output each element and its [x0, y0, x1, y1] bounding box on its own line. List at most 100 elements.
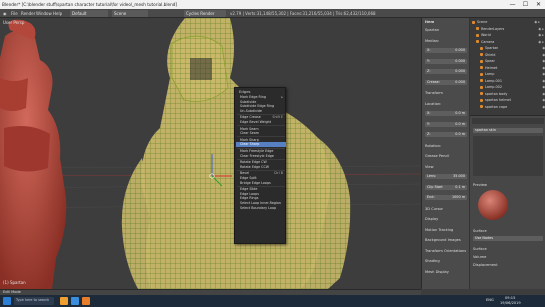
menu-item[interactable]: Clear Sharp	[236, 142, 286, 147]
file-explorer-icon[interactable]	[60, 297, 68, 305]
menu-item[interactable]: Clear Seam	[236, 131, 286, 136]
property-section-label[interactable]: Display	[425, 216, 438, 222]
material-tab-displacement[interactable]: Displacement	[473, 262, 498, 268]
property-field[interactable]: Y: 0.000	[425, 58, 467, 64]
layout-selector[interactable]: Default	[70, 10, 108, 17]
property-section-label[interactable]: Shading	[425, 258, 440, 264]
menu-item-label: Mark Sharp	[240, 137, 259, 142]
property-section-label[interactable]: Mesh Display	[425, 269, 449, 275]
property-field[interactable]: Clip Start 0.1 m	[425, 184, 467, 190]
property-section-label[interactable]: Spartan	[425, 27, 439, 33]
visibility-icon[interactable]: ◉ ▸	[534, 20, 540, 25]
visibility-icon[interactable]: ◉ ▸	[538, 27, 544, 32]
property-section-label[interactable]: Grease Pencil	[425, 153, 449, 159]
properties-region: Item Spartan Median: X: 0.000 Y: 0.000 Z: 0.000…	[422, 18, 470, 289]
property-label: Y:	[427, 121, 430, 126]
outliner-item-label: Camera	[481, 39, 495, 44]
object-icon	[476, 27, 479, 30]
outliner-item[interactable]: Lamp.001◉ ▸	[480, 79, 545, 84]
property-section-label[interactable]: Transform	[425, 90, 443, 96]
scene-selector[interactable]: Scene	[112, 10, 148, 17]
menu-item[interactable]: Rotate Edge CCW	[236, 165, 286, 170]
menu-item-label: Subdivide	[240, 99, 257, 104]
visibility-icon[interactable]: ◉ ▸	[538, 40, 544, 45]
property-section-label[interactable]: 3D Cursor	[425, 206, 443, 212]
property-section-label[interactable]: Rotation:	[425, 143, 441, 149]
start-icon[interactable]	[3, 297, 11, 305]
menu-item[interactable]: Bridge Edge Loops	[236, 181, 286, 186]
property-field[interactable]: Z: 0.000	[425, 69, 467, 74]
browser-icon[interactable]	[71, 297, 79, 305]
property-section-label[interactable]: Location:	[425, 101, 441, 107]
outliner-item[interactable]: Lamp◉ ▸	[480, 72, 545, 77]
object-icon	[480, 79, 483, 82]
property-section-label[interactable]: Background Images	[425, 237, 461, 243]
property-field[interactable]: Lens: 35.000	[425, 174, 467, 179]
property-field[interactable]: X: 0.0 m	[425, 111, 467, 116]
property-field[interactable]: Crease: 0.000	[425, 79, 467, 85]
menu-item[interactable]: Edge Bevel Weight	[236, 120, 286, 125]
menu-help[interactable]: Help	[53, 10, 62, 17]
outliner-item[interactable]: spartan helmet◉ ▸	[480, 98, 545, 103]
visibility-icon[interactable]: ◉ ▸	[538, 33, 544, 38]
outliner-item[interactable]: Shield◉ ▸	[480, 53, 545, 58]
object-icon	[480, 85, 483, 89]
menu-file[interactable]: File	[11, 10, 18, 17]
menu-item[interactable]: Clear Freestyle Edge	[236, 154, 286, 159]
menu-item[interactable]: Un-Subdivide	[236, 109, 286, 114]
properties-tabs-bar[interactable]	[472, 118, 544, 124]
property-label: Motion Tracking	[425, 227, 454, 232]
close-button[interactable]: ✕	[532, 0, 545, 9]
outliner-item[interactable]: Helmet◉ ▸	[480, 66, 545, 71]
outliner-item[interactable]: RenderLayers ◉ ▸	[476, 27, 545, 32]
property-label: Transform	[425, 91, 443, 95]
maximize-button[interactable]: ☐	[519, 0, 532, 9]
property-field[interactable]: X: 0.000	[425, 48, 467, 53]
property-label: Z:	[427, 69, 431, 73]
3d-viewport[interactable]: User Persp (1) Spartan	[0, 18, 421, 289]
right-panels: Item Spartan Median: X: 0.000 Y: 0.000 Z: 0.000…	[421, 18, 545, 289]
material-slot-field[interactable]: spartan skin	[473, 128, 543, 133]
render-engine-selector[interactable]: Cycles Render	[184, 10, 226, 17]
property-label: Clip Start	[427, 184, 443, 189]
outliner-item-label: Scene	[477, 20, 488, 24]
menu-render[interactable]: Render	[21, 10, 35, 17]
menu-item-label: Bevel	[240, 171, 250, 176]
property-value: 0.000	[455, 58, 465, 63]
material-tab-surface[interactable]: Surface	[473, 246, 487, 252]
blender-logo-icon[interactable]: ◉	[3, 10, 7, 17]
outliner-item[interactable]: World ◉ ▸	[476, 33, 545, 38]
outliner-item-label: RenderLayers	[481, 26, 505, 31]
material-setting-preview[interactable]: Preview	[473, 182, 487, 188]
viewport-canvas[interactable]	[0, 18, 421, 289]
property-label: Y:	[427, 58, 430, 63]
use-nodes-button[interactable]: Use Nodes	[473, 236, 543, 241]
property-field[interactable]: Z: 0.0 m	[425, 132, 467, 137]
property-value: 0.000	[455, 79, 465, 84]
property-section-label[interactable]: Median:	[425, 38, 439, 44]
object-icon	[480, 105, 483, 108]
property-section-label[interactable]: Transform Orientations	[425, 248, 466, 254]
menu-item-label: Clear Seam	[240, 131, 260, 136]
menu-window[interactable]: Window	[36, 10, 52, 17]
outliner-item[interactable]: Spear◉ ▸	[480, 59, 545, 64]
info-header: ◉ File Render Window Help Default Scene …	[0, 9, 545, 18]
minimize-button[interactable]: —	[506, 0, 519, 9]
outliner-item[interactable]: spartan body◉ ▸	[480, 92, 545, 97]
property-section-label[interactable]: Motion Tracking	[425, 227, 453, 233]
property-field[interactable]: End: 1000 m	[425, 195, 467, 200]
object-icon	[472, 20, 475, 24]
outliner-item[interactable]: spartan cape◉ ▸	[480, 105, 545, 110]
properties-header: Item	[425, 20, 435, 24]
material-slot-list[interactable]	[473, 136, 543, 176]
material-tab-volume[interactable]: Volume	[473, 254, 486, 260]
outliner-item[interactable]: Spartan◉ ▸	[480, 46, 545, 51]
outliner-item[interactable]: Lamp.002◉ ▸	[480, 85, 545, 90]
blender-taskbar-icon[interactable]	[82, 297, 90, 305]
property-section-label[interactable]: View	[425, 164, 434, 170]
outliner-item[interactable]: Scene ◉ ▸	[472, 20, 542, 25]
material-setting-surface[interactable]: Surface	[473, 228, 487, 234]
property-field[interactable]: Y: 0.0 m	[425, 121, 467, 127]
menu-item[interactable]: Select Boundary Loop	[236, 206, 286, 211]
outliner-item[interactable]: Camera ◉ ▸	[476, 40, 545, 45]
